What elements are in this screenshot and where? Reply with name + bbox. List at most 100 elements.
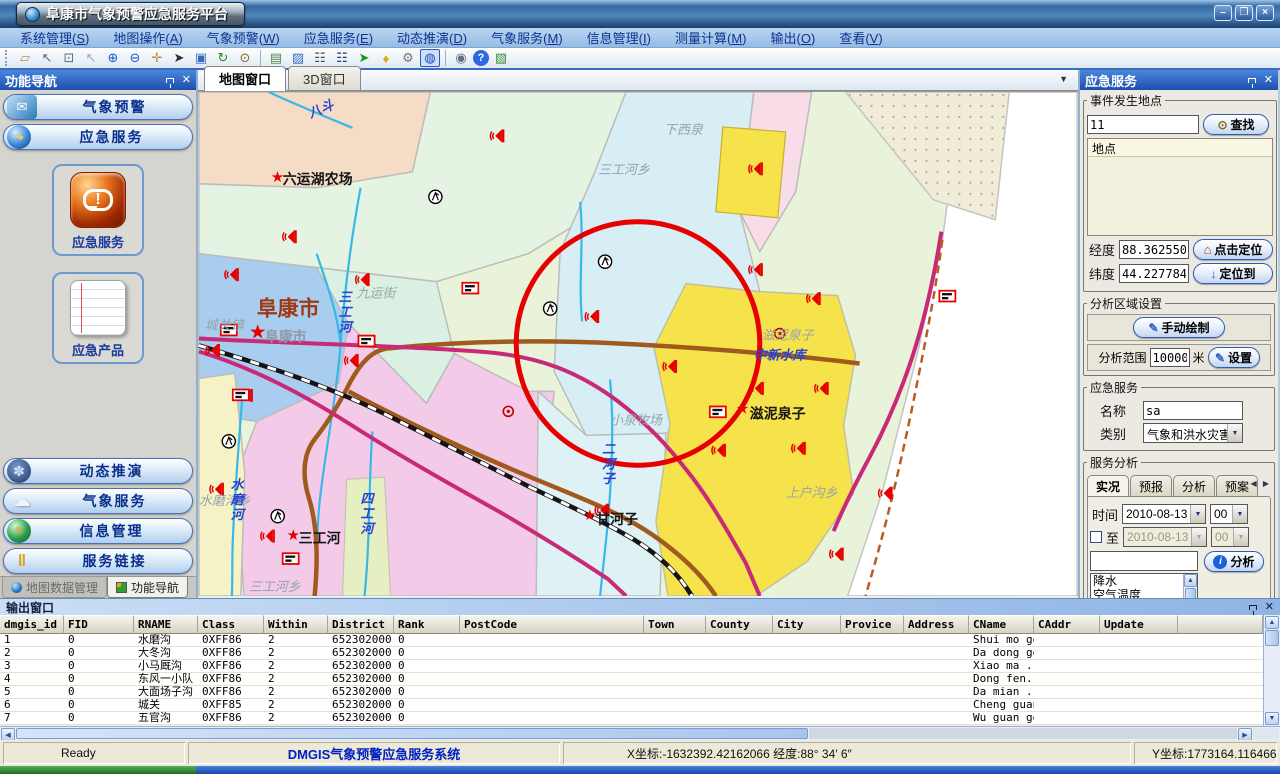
select-cursor-icon[interactable]: ↖ xyxy=(37,49,57,67)
menu-item-W[interactable]: 气象预警(W) xyxy=(195,28,292,47)
help-icon[interactable]: ? xyxy=(473,50,489,66)
date-combo[interactable]: 2010-08-13 xyxy=(1122,504,1206,524)
goto-button[interactable]: 定位到 xyxy=(1193,263,1273,284)
manual-draw-button[interactable]: 手动绘制 xyxy=(1133,317,1225,338)
select-box-icon[interactable]: ⊡ xyxy=(59,49,79,67)
print-preview-icon[interactable]: ☷ xyxy=(332,49,352,67)
zoom-scale-icon[interactable]: ⊙ xyxy=(235,49,255,67)
range-input[interactable] xyxy=(1150,348,1190,367)
column-header-RNAME[interactable]: RNAME xyxy=(134,615,198,634)
sidebar-item-bottom-1[interactable]: 气象服务 xyxy=(3,488,193,514)
sidebar-item-bottom-2[interactable]: 信息管理 xyxy=(3,518,193,544)
element-list[interactable]: 降水空气温度 ▲ xyxy=(1090,573,1198,598)
chevron-down-icon[interactable] xyxy=(1227,424,1242,442)
table-row[interactable]: 20大冬沟0XFF8626523020000Da dong gou xyxy=(0,647,1263,660)
table-horizontal-scrollbar[interactable]: ◀ ▶ xyxy=(0,726,1280,740)
globe-icon[interactable]: ◍ xyxy=(420,49,440,67)
to-checkbox[interactable] xyxy=(1090,531,1102,543)
picture-icon[interactable]: ▧ xyxy=(491,49,511,67)
analysis-tab-1[interactable]: 预报 xyxy=(1130,475,1172,496)
column-header-dmgis_id[interactable]: dmgis_id xyxy=(0,615,64,634)
click-locate-button[interactable]: 点击定位 xyxy=(1193,239,1273,260)
analyze-button[interactable]: 分析 xyxy=(1204,551,1264,572)
table-row[interactable]: 50大面场子沟0XFF8626523020000Da mian ... xyxy=(0,686,1263,699)
close-button[interactable]: × xyxy=(1256,5,1274,21)
longitude-input[interactable] xyxy=(1119,240,1189,259)
pin-icon[interactable] xyxy=(1248,78,1256,83)
scroll-up-icon[interactable]: ▲ xyxy=(1184,574,1197,587)
analysis-tab-2[interactable]: 分析 xyxy=(1173,475,1215,496)
gear-icon[interactable]: ⚙ xyxy=(398,49,418,67)
eye-icon[interactable]: ◉ xyxy=(451,49,471,67)
scrollbar-track[interactable] xyxy=(809,728,1237,739)
set-range-button[interactable]: 设置 xyxy=(1208,347,1260,368)
chevron-down-icon[interactable] xyxy=(1190,505,1205,523)
column-header-CAddr[interactable]: CAddr xyxy=(1034,615,1100,634)
tool-button-1[interactable]: 应急产品 xyxy=(52,272,144,364)
menu-item-V[interactable]: 查看(V) xyxy=(827,28,894,47)
column-header-Class[interactable]: Class xyxy=(198,615,264,634)
pin-marker-icon[interactable]: ♦ xyxy=(376,49,396,67)
menu-item-I[interactable]: 信息管理(I) xyxy=(575,28,663,47)
scroll-up-icon[interactable]: ▲ xyxy=(1265,616,1279,629)
element-list-item-1[interactable]: 空气温度 xyxy=(1093,588,1183,598)
minimize-button[interactable]: – xyxy=(1214,5,1232,21)
column-header-City[interactable]: City xyxy=(773,615,841,634)
table-vertical-scrollbar[interactable]: ▲ ▼ xyxy=(1263,615,1280,726)
column-header-Within[interactable]: Within xyxy=(264,615,328,634)
map-view-icon[interactable]: ▤ xyxy=(266,49,286,67)
measure-icon[interactable]: ▱ xyxy=(15,49,35,67)
map-canvas[interactable]: ★★★★★ 八斗六运湖农场三工河乡下西泉九运街阜康市城关镇阜康市三工河滋泥泉子中… xyxy=(198,91,1078,596)
location-search-input[interactable] xyxy=(1087,115,1199,134)
tool-button-0[interactable]: 应急服务 xyxy=(52,164,144,256)
zoom-in-icon[interactable]: ⊕ xyxy=(103,49,123,67)
column-header-District[interactable]: District xyxy=(328,615,394,634)
column-header-Provice[interactable]: Provice xyxy=(841,615,904,634)
menu-item-D[interactable]: 动态推演(D) xyxy=(385,28,479,47)
column-header-Town[interactable]: Town xyxy=(644,615,706,634)
left-panel-tab-0[interactable]: 地图数据管理 xyxy=(2,577,107,598)
table-row[interactable]: 30小马厩沟0XFF8626523020000Xiao ma ... xyxy=(0,660,1263,673)
pointer-icon[interactable]: ➤ xyxy=(169,49,189,67)
map-tab-dropdown-icon[interactable] xyxy=(1059,74,1068,84)
pin-icon[interactable] xyxy=(1249,605,1257,610)
service-type-combo[interactable]: 气象和洪水灾害 xyxy=(1143,423,1243,443)
sidebar-item-bottom-0[interactable]: 动态推演 xyxy=(3,458,193,484)
scroll-down-icon[interactable]: ▼ xyxy=(1265,712,1279,725)
menu-item-O[interactable]: 输出(O) xyxy=(759,28,828,47)
table-row[interactable]: 40东风一小队0XFF8626523020000Dong fen... xyxy=(0,673,1263,686)
sidebar-item-top-1[interactable]: 应急服务 xyxy=(3,124,193,150)
pointer-green-icon[interactable]: ➤ xyxy=(354,49,374,67)
sidebar-item-bottom-3[interactable]: 服务链接 xyxy=(3,548,193,574)
table-row[interactable]: 60城关0XFF8526523020000Cheng guan xyxy=(0,699,1263,712)
column-header-Rank[interactable]: Rank xyxy=(394,615,460,634)
full-extent-icon[interactable]: ▣ xyxy=(191,49,211,67)
close-icon[interactable] xyxy=(1264,75,1273,86)
element-list-item-0[interactable]: 降水 xyxy=(1093,574,1183,588)
chevron-down-icon[interactable] xyxy=(1232,505,1247,523)
left-panel-tab-1[interactable]: 功能导航 xyxy=(107,577,188,598)
hour-combo[interactable]: 00 xyxy=(1210,504,1248,524)
search-button[interactable]: 查找 xyxy=(1203,114,1269,135)
service-name-input[interactable] xyxy=(1143,401,1243,420)
zoom-out-icon[interactable]: ⊖ xyxy=(125,49,145,67)
element-list-scrollbar[interactable]: ▲ xyxy=(1183,574,1197,598)
map-tab-1[interactable]: 3D窗口 xyxy=(288,66,361,90)
menu-item-S[interactable]: 系统管理(S) xyxy=(8,28,101,47)
tab-scroll-arrows[interactable]: ◀ ▶ xyxy=(1250,479,1271,488)
restore-button[interactable]: ❐ xyxy=(1235,5,1253,21)
table-row[interactable]: 10水磨沟0XFF8626523020000Shui mo gou xyxy=(0,634,1263,647)
refresh-icon[interactable]: ↻ xyxy=(213,49,233,67)
column-header-CName[interactable]: CName xyxy=(969,615,1034,634)
column-header-Address[interactable]: Address xyxy=(904,615,969,634)
latitude-input[interactable] xyxy=(1119,264,1189,283)
table-row[interactable]: 70五官沟0XFF8626523020000Wu guan gou xyxy=(0,712,1263,725)
pan-icon[interactable]: ✛ xyxy=(147,49,167,67)
image-view-icon[interactable]: ▨ xyxy=(288,49,308,67)
column-header-County[interactable]: County xyxy=(706,615,773,634)
menu-item-M[interactable]: 测量计算(M) xyxy=(663,28,759,47)
close-icon[interactable] xyxy=(1265,602,1274,613)
pin-icon[interactable] xyxy=(166,78,174,83)
menu-item-A[interactable]: 地图操作(A) xyxy=(101,28,194,47)
element-filter-input[interactable] xyxy=(1090,551,1198,571)
